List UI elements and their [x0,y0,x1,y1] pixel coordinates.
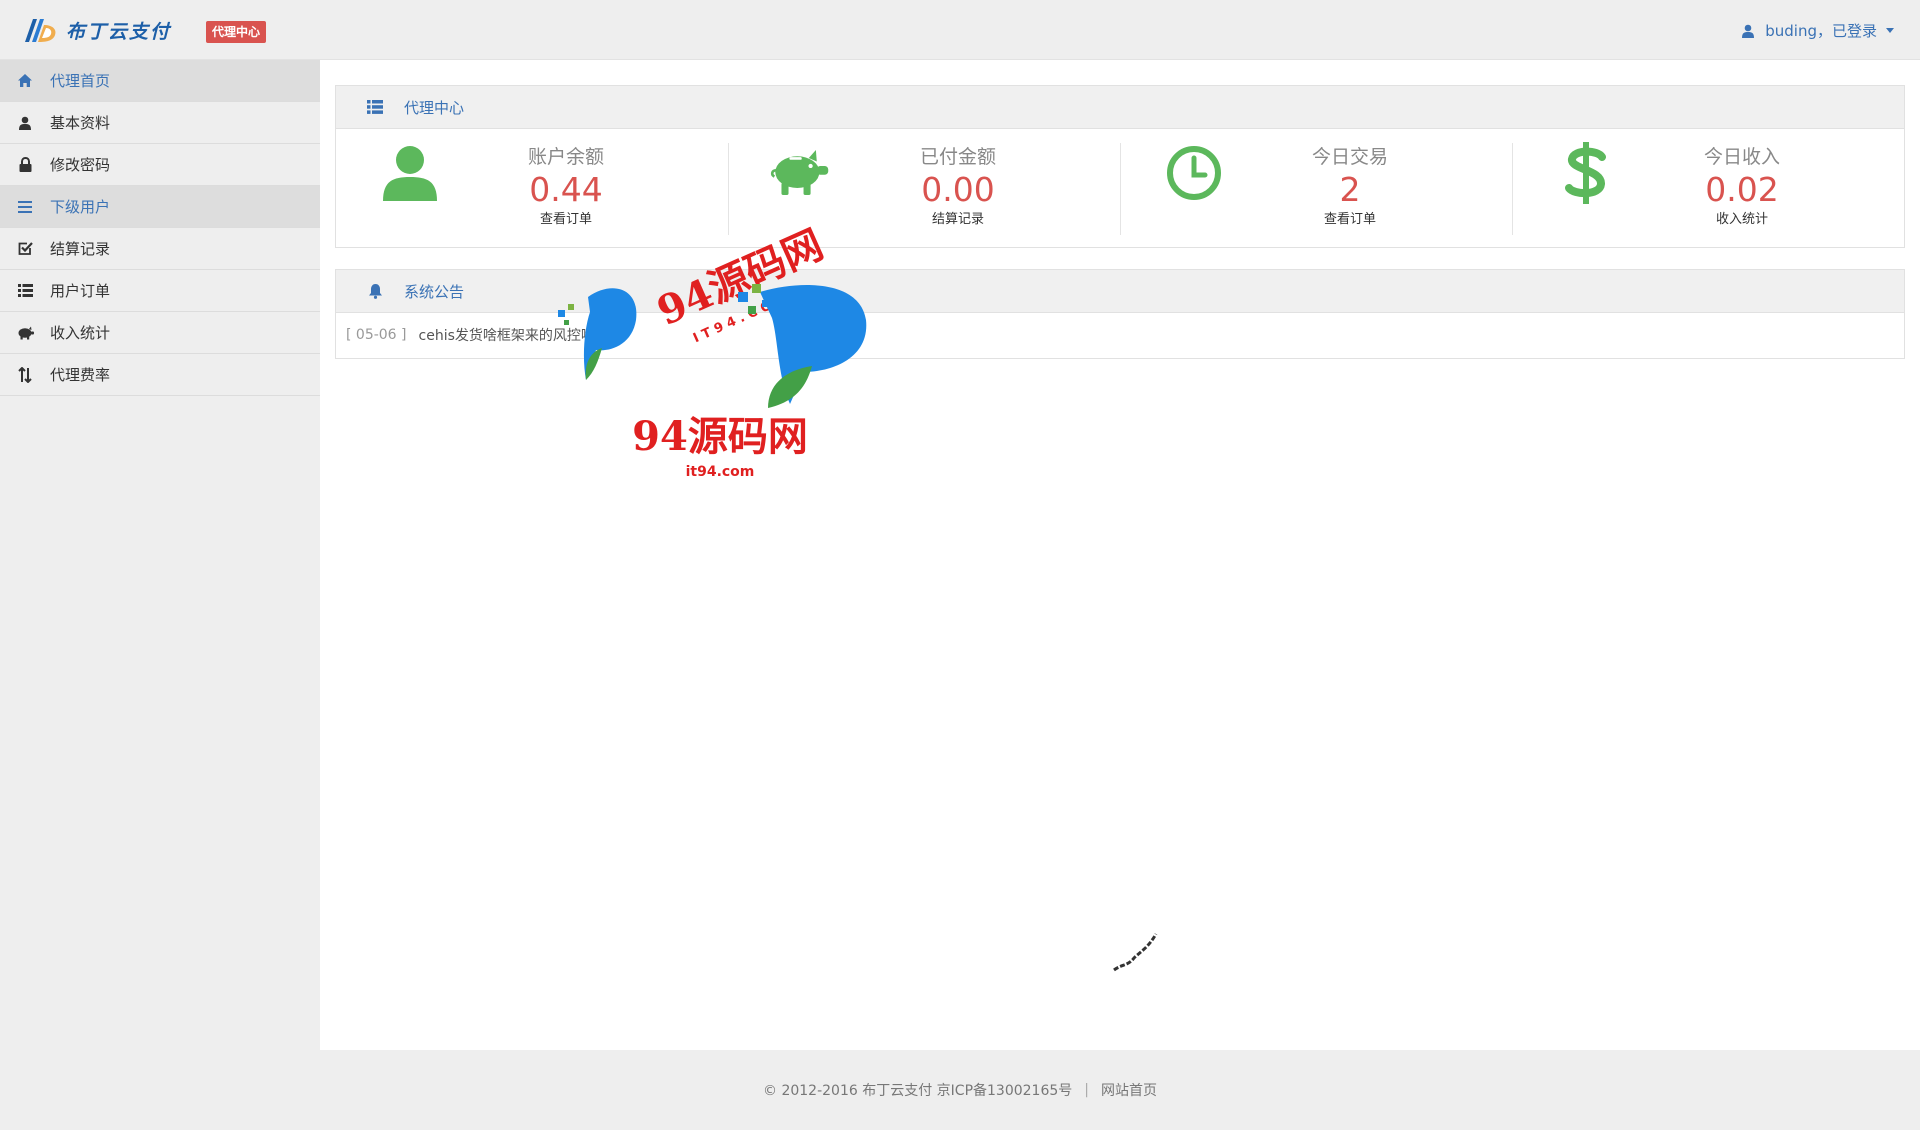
sidebar-item-label: 收入统计 [50,324,111,342]
user-icon [380,143,440,203]
stat-label: 今日交易 [1311,146,1388,168]
agent-center-panel: 代理中心 账户余额 0.44 查看订单 已付金额 0.00 结算记录 今日交易 … [335,85,1905,248]
stat-value: 0.44 [529,170,603,209]
notice-title[interactable]: cehis发货啥框架来的风控啥 [419,325,595,345]
stat-label: 账户余额 [527,146,604,168]
sidebar-item-income-stats[interactable]: 收入统计 [0,312,320,354]
sidebar-item-sub-users[interactable]: 下级用户 [0,186,320,228]
notice-item[interactable]: [ 05-06 ] cehis发货啥框架来的风控啥 [336,313,1904,357]
brand-name: 布丁云支付 [66,20,172,43]
stat-value: 0.00 [921,170,995,209]
panel-header: 代理中心 [336,86,1904,129]
panel-title: 系统公告 [404,282,465,301]
agent-center-badge: 代理中心 [206,21,267,43]
sidebar-item-label: 基本资料 [50,114,111,132]
sidebar-item-change-password[interactable]: 修改密码 [0,144,320,186]
brand-logo[interactable]: 布丁云支付 [22,16,171,44]
footer-home-link[interactable]: 网站首页 [1101,1080,1157,1100]
notice-date: [ 05-06 ] [346,327,407,343]
stats-row: 账户余额 0.44 查看订单 已付金额 0.00 结算记录 今日交易 2 查看订… [336,129,1904,246]
check-square-icon [14,239,36,259]
piggy-bank-icon [770,143,830,203]
dollar-icon [1556,142,1616,204]
stat-paid-amount: 已付金额 0.00 结算记录 [728,129,1120,246]
sidebar: 代理首页 基本资料 修改密码 下级用户 结算记录 用户订单 收入统计 代理费率 [0,60,320,1050]
sidebar-item-label: 用户订单 [50,282,111,300]
main-content: 代理中心 账户余额 0.44 查看订单 已付金额 0.00 结算记录 今日交易 … [320,60,1920,1050]
stat-label: 今日收入 [1703,146,1780,168]
chevron-down-icon [1886,28,1894,33]
panel-header: 系统公告 [336,270,1904,313]
stat-link[interactable]: 收入统计 [1672,209,1812,231]
sidebar-item-agent-rates[interactable]: 代理费率 [0,354,320,396]
sidebar-item-label: 修改密码 [50,156,111,174]
user-icon [14,113,36,133]
brand-logo-icon [25,19,56,42]
stat-link[interactable]: 结算记录 [888,209,1028,231]
user-menu[interactable]: buding ，已登录 [1741,20,1894,41]
footer-separator: | [1084,1082,1089,1098]
stat-today-income: 今日收入 0.02 收入统计 [1512,129,1904,246]
th-list-icon [366,98,384,116]
pen-stroke-mark [1113,933,1158,972]
footer: © 2012-2016 布丁云支付 京ICP备13002165号 | 网站首页 [0,1050,1920,1130]
bell-icon [366,282,384,300]
stat-label: 已付金额 [919,146,996,168]
list-icon [14,197,36,217]
user-icon [1742,24,1755,38]
username: buding [1765,21,1817,40]
stat-link[interactable]: 查看订单 [496,209,636,231]
sidebar-item-label: 代理费率 [50,366,111,384]
clock-icon [1164,143,1224,203]
panel-title: 代理中心 [404,98,465,117]
stat-value: 2 [1339,170,1361,209]
stat-account-balance: 账户余额 0.44 查看订单 [336,129,728,246]
home-icon [14,71,36,91]
sidebar-item-label: 代理首页 [50,72,111,90]
footer-copyright: © 2012-2016 布丁云支付 京ICP备13002165号 [763,1083,1073,1099]
stat-today-transactions: 今日交易 2 查看订单 [1120,129,1512,246]
sidebar-item-label: 结算记录 [50,240,111,258]
sort-icon [14,365,36,385]
lock-icon [14,155,36,175]
th-list-icon [14,281,36,301]
system-notice-panel: 系统公告 [ 05-06 ] cehis发货啥框架来的风控啥 [335,269,1905,359]
piggy-bank-icon [14,323,36,343]
top-bar: 布丁云支付 代理中心 buding ，已登录 [0,0,1920,60]
sidebar-item-agent-home[interactable]: 代理首页 [0,60,320,102]
sidebar-item-profile[interactable]: 基本资料 [0,102,320,144]
login-status: ，已登录 [1816,22,1877,40]
sidebar-item-user-orders[interactable]: 用户订单 [0,270,320,312]
sidebar-item-label: 下级用户 [50,198,111,216]
stat-link[interactable]: 查看订单 [1280,209,1420,231]
stat-value: 0.02 [1705,170,1779,209]
sidebar-item-settlement-records[interactable]: 结算记录 [0,228,320,270]
